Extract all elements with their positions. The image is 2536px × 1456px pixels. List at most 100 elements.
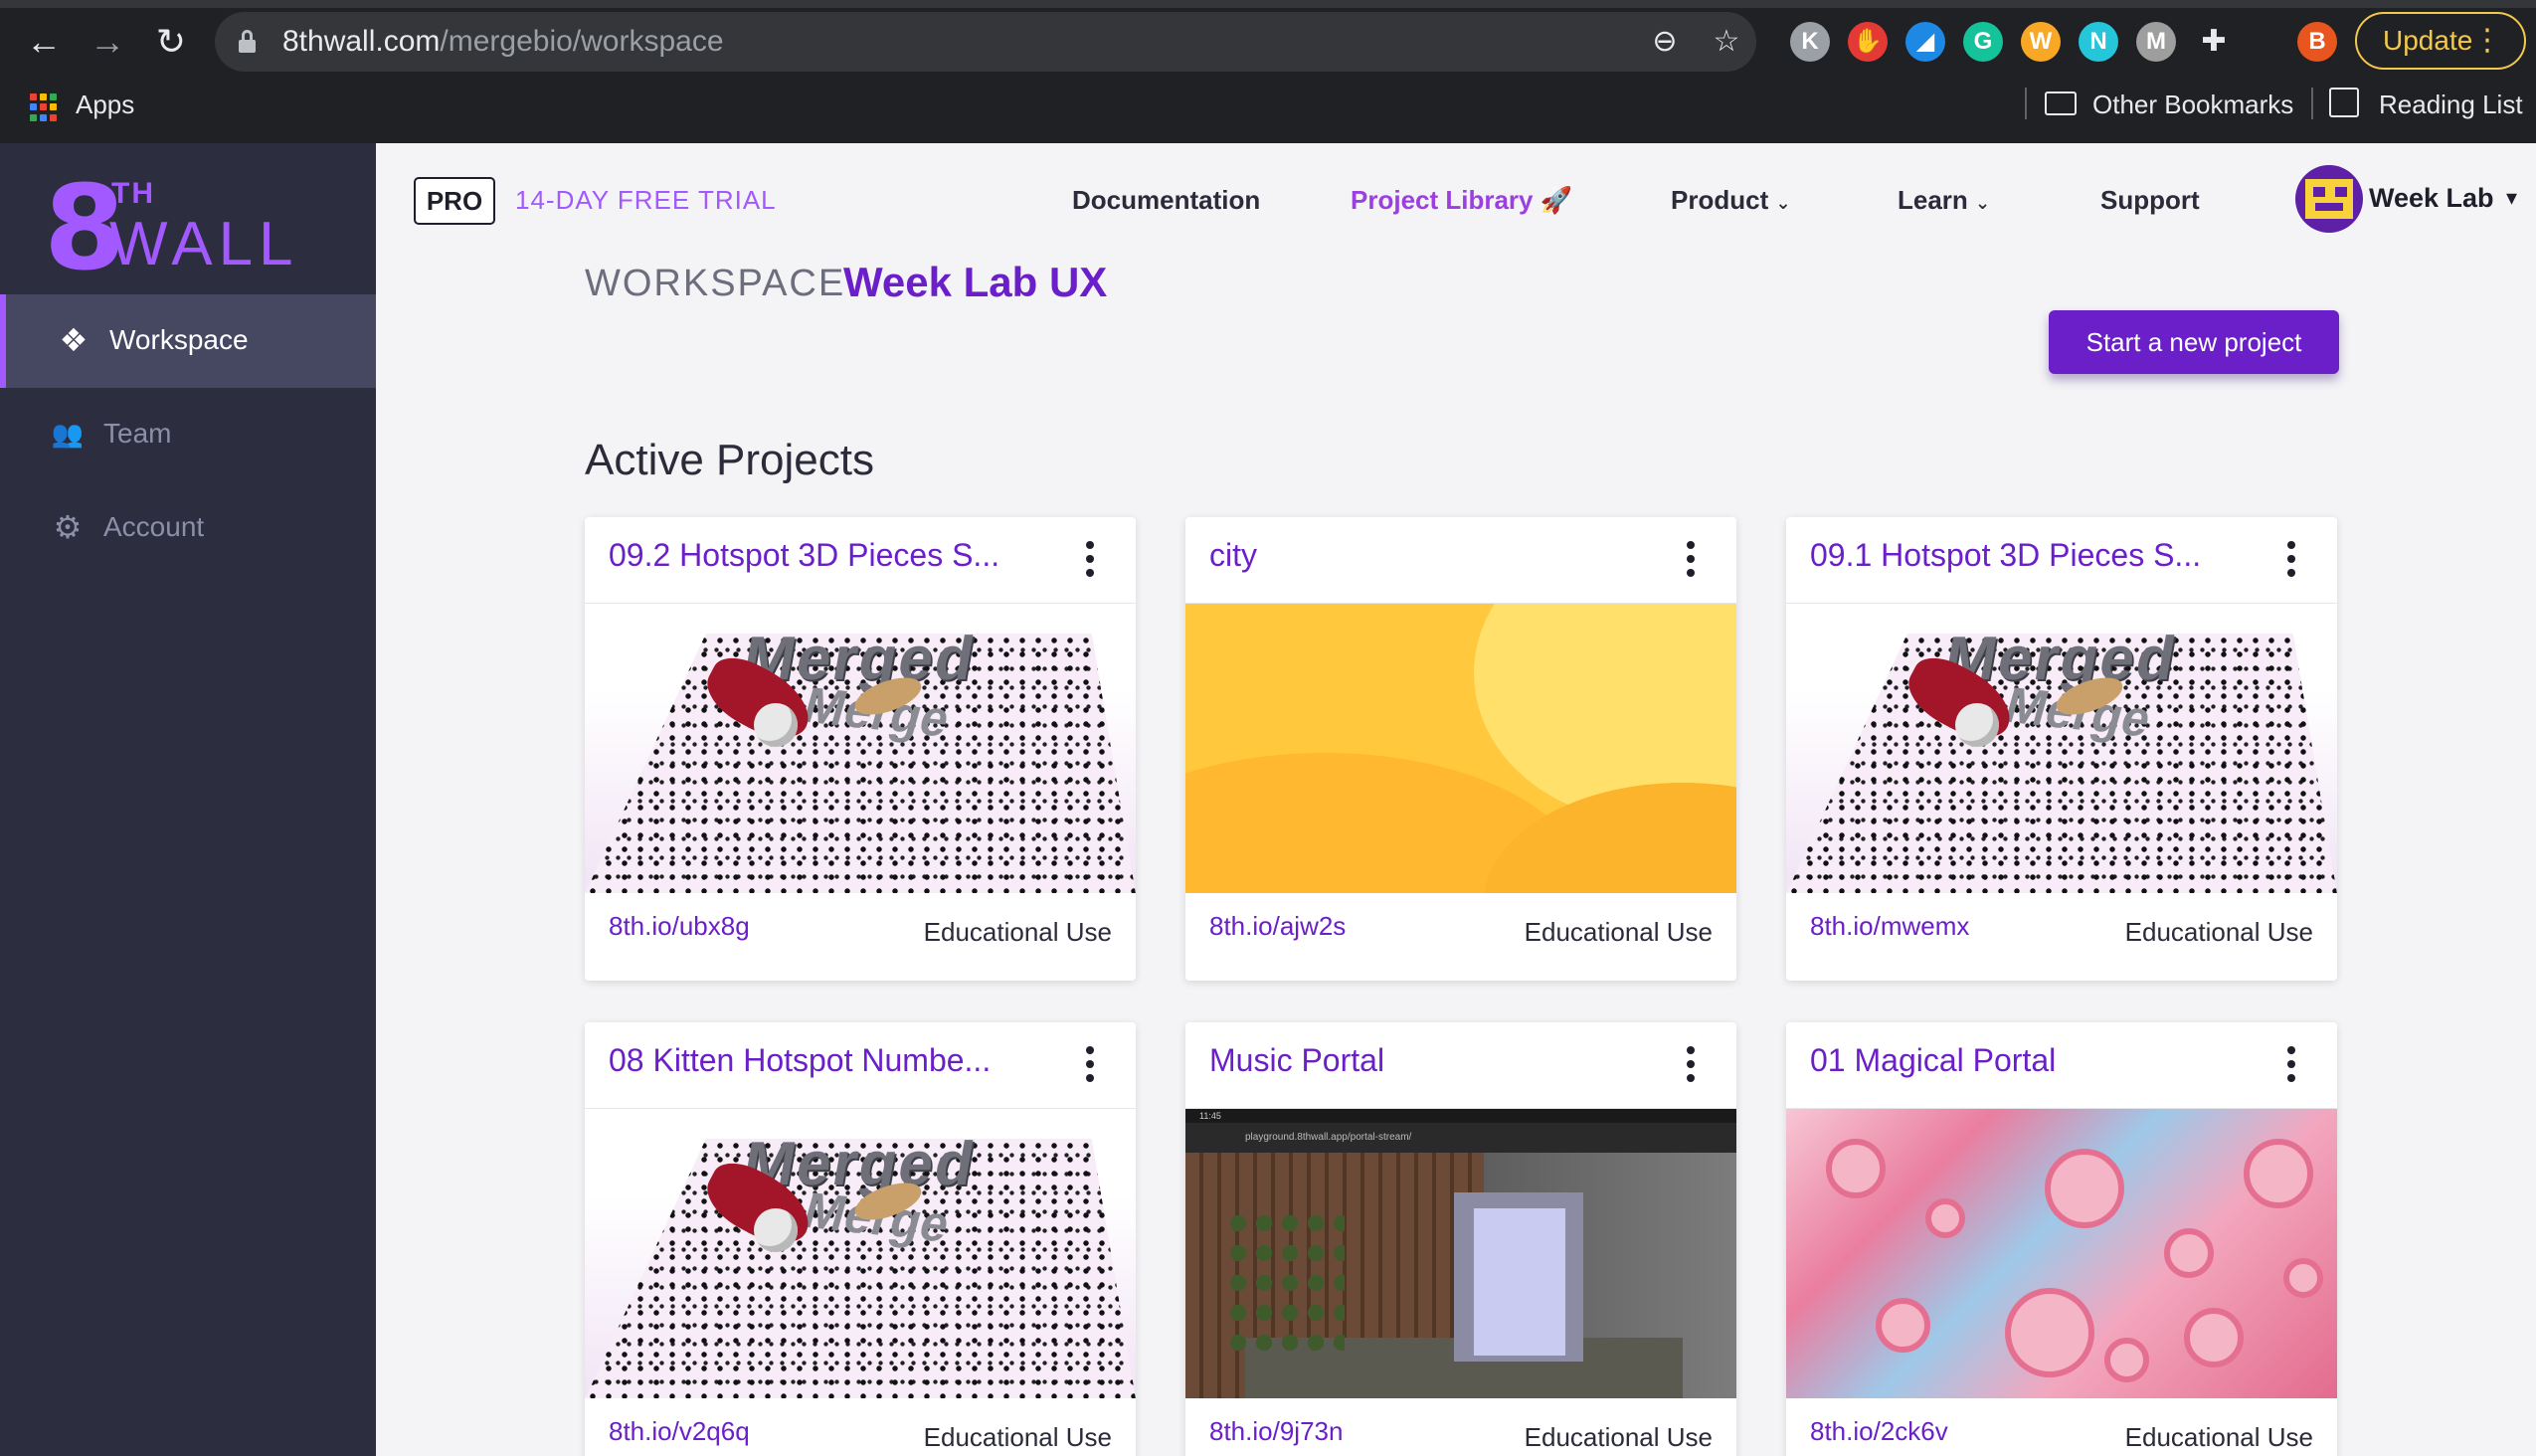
back-arrow-icon[interactable]: ←	[22, 20, 66, 64]
thumb-phone-time: 11:45	[1185, 1109, 1736, 1123]
project-license: Educational Use	[1524, 917, 1713, 947]
project-title[interactable]: Music Portal	[1209, 1042, 1384, 1079]
sidebar-item-team[interactable]: 👥 Team	[0, 388, 376, 481]
tab-strip-edge	[0, 0, 2536, 8]
other-bookmarks[interactable]: Other Bookmarks	[2092, 90, 2293, 120]
project-title[interactable]: 09.2 Hotspot 3D Pieces S...	[609, 537, 999, 574]
bookmark-separator	[2311, 88, 2313, 119]
browser-chrome: ← → ↻ 8thwall.com/mergebio/workspace ⊖ ☆…	[0, 0, 2536, 143]
bird-extension-icon[interactable]: ◢	[1905, 22, 1945, 62]
nav-support[interactable]: Support	[2100, 185, 2200, 216]
thumbnail-merged-scene: MergedMerge	[585, 604, 1136, 893]
project-card[interactable]: city 8th.io/ajw2s Educational Use	[1185, 517, 1736, 981]
extensions-puzzle-icon[interactable]: ✚	[2194, 22, 2234, 62]
8thwall-logo[interactable]: 8 TH WALL	[44, 169, 302, 286]
pro-badge: PRO	[414, 177, 495, 225]
user-name[interactable]: Week Lab	[2369, 183, 2494, 214]
sidebar-item-label: Team	[103, 418, 172, 449]
k-extension-icon[interactable]: K	[1790, 22, 1830, 62]
project-license: Educational Use	[2124, 1422, 2313, 1452]
nav-project-library[interactable]: Project Library 🚀	[1351, 185, 1572, 216]
more-vert-icon[interactable]	[2285, 541, 2297, 577]
project-short-link[interactable]: 8th.io/v2q6q	[609, 1416, 750, 1447]
apps-grid-icon[interactable]	[30, 93, 58, 121]
apps-bookmark[interactable]: Apps	[76, 90, 134, 120]
w-extension-icon[interactable]: W	[2021, 22, 2061, 62]
more-vert-icon[interactable]	[2285, 1046, 2297, 1082]
project-thumbnail[interactable]: MergedMerge	[585, 603, 1136, 893]
lock-icon	[239, 30, 256, 53]
nav-product[interactable]: Product ⌄	[1671, 185, 1791, 216]
grammarly-icon[interactable]: G	[1963, 22, 2003, 62]
more-vert-icon[interactable]	[1685, 1046, 1697, 1082]
sidebar-item-label: Workspace	[109, 324, 249, 355]
project-thumbnail[interactable]	[1786, 1108, 2337, 1398]
project-title[interactable]: 08 Kitten Hotspot Numbe...	[609, 1042, 991, 1079]
project-title[interactable]: 01 Magical Portal	[1810, 1042, 2056, 1079]
sidebar-item-account[interactable]: ⚙ Account	[0, 481, 376, 575]
rocket-icon: 🚀	[1540, 185, 1573, 215]
project-card[interactable]: 09.2 Hotspot 3D Pieces S... MergedMerge 8t…	[585, 517, 1136, 981]
forward-arrow-icon[interactable]: →	[86, 20, 129, 64]
adblock-icon[interactable]: ✋	[1848, 22, 1888, 62]
section-title: Active Projects	[585, 436, 874, 484]
project-title[interactable]: 09.1 Hotspot 3D Pieces S...	[1810, 537, 2201, 574]
update-button[interactable]: Update ⋮	[2355, 12, 2526, 70]
bookmark-star-icon[interactable]: ☆	[1709, 24, 1744, 60]
thumbnail-yellow-waves	[1185, 604, 1736, 893]
nav-documentation[interactable]: Documentation	[1072, 185, 1260, 216]
address-bar[interactable]: 8thwall.com/mergebio/workspace ⊖ ☆	[215, 12, 1756, 72]
project-short-link[interactable]: 8th.io/mwemx	[1810, 911, 1969, 942]
thumbnail-merged-scene: MergedMerge	[1786, 604, 2337, 893]
project-license: Educational Use	[2124, 917, 2313, 947]
project-card[interactable]: 01 Magical Portal 8th.io/2ck6v Educational…	[1786, 1022, 2337, 1456]
gear-icon: ⚙	[53, 509, 83, 545]
start-new-project-button[interactable]: Start a new project	[2049, 310, 2339, 374]
reload-icon[interactable]: ↻	[149, 20, 193, 64]
sidebar-item-workspace[interactable]: ❖ Workspace	[0, 294, 376, 388]
more-vert-icon[interactable]	[1685, 541, 1697, 577]
thumb-phone-url: playground.8thwall.app/portal-stream/	[1185, 1123, 1736, 1153]
caret-down-icon[interactable]: ▾	[2506, 185, 2517, 211]
folder-icon	[2045, 91, 2077, 115]
thumbnail-merged-scene: MergedMerge	[585, 1109, 1136, 1398]
chevron-down-icon: ⌄	[1975, 193, 1991, 213]
more-vert-icon[interactable]	[1084, 541, 1096, 577]
zoom-magnifier-icon[interactable]: ⊖	[1647, 24, 1683, 60]
project-license: Educational Use	[1524, 1422, 1713, 1452]
user-avatar[interactable]	[2295, 165, 2363, 233]
project-thumbnail[interactable]: MergedMerge	[585, 1108, 1136, 1398]
workspace-label: WORKSPACE	[585, 263, 846, 304]
sidebar-item-label: Account	[103, 511, 205, 542]
project-card[interactable]: 08 Kitten Hotspot Numbe... MergedMerge 8th…	[585, 1022, 1136, 1456]
sidebar: 8 TH WALL ❖ Workspace 👥 Team ⚙ Account	[0, 143, 376, 1456]
project-card[interactable]: Music Portal 11:45 playground.8thwall.app/…	[1185, 1022, 1736, 1456]
cubes-icon: ❖	[59, 322, 89, 358]
project-thumbnail[interactable]: 11:45 playground.8thwall.app/portal-strea…	[1185, 1108, 1736, 1398]
project-license: Educational Use	[923, 917, 1112, 947]
workspace-name: Week Lab UX	[843, 259, 1108, 305]
users-icon: 👥	[51, 419, 85, 449]
bookmarks-bar: Apps Other Bookmarks Reading List	[0, 84, 2536, 143]
project-thumbnail[interactable]: MergedMerge	[1786, 603, 2337, 893]
profile-avatar[interactable]: B	[2297, 22, 2337, 62]
m-extension-icon[interactable]: M	[2136, 22, 2176, 62]
n-extension-icon[interactable]: N	[2079, 22, 2118, 62]
project-short-link[interactable]: 8th.io/ubx8g	[609, 911, 750, 942]
chevron-down-icon: ⌄	[1775, 193, 1791, 213]
project-thumbnail[interactable]	[1185, 603, 1736, 893]
more-vert-icon[interactable]	[1084, 1046, 1096, 1082]
thumbnail-pink-marble	[1786, 1109, 2337, 1398]
project-short-link[interactable]: 8th.io/9j73n	[1209, 1416, 1343, 1447]
project-title[interactable]: city	[1209, 537, 1257, 574]
logo-wall: WALL	[109, 210, 299, 278]
trial-link[interactable]: 14-DAY FREE TRIAL	[515, 185, 777, 216]
project-license: Educational Use	[923, 1422, 1112, 1452]
reading-list[interactable]: Reading List	[2379, 90, 2523, 120]
reading-list-icon	[2329, 88, 2359, 117]
project-short-link[interactable]: 8th.io/2ck6v	[1810, 1416, 1948, 1447]
project-card[interactable]: 09.1 Hotspot 3D Pieces S... MergedMerge 8t…	[1786, 517, 2337, 981]
nav-learn[interactable]: Learn ⌄	[1898, 185, 1990, 216]
logo-th: TH	[111, 177, 155, 210]
project-short-link[interactable]: 8th.io/ajw2s	[1209, 911, 1346, 942]
